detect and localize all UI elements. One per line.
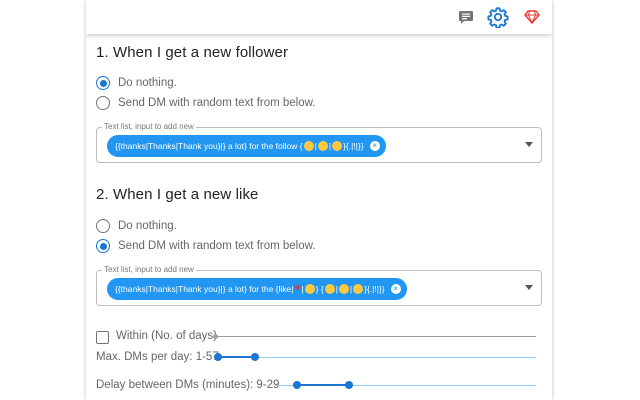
text-chip[interactable]: {{thanks|Thanks|Thank you}|} a lot} for … bbox=[107, 278, 407, 300]
chip-sep2: } { bbox=[315, 284, 324, 294]
section1-option-do-nothing[interactable]: Do nothing. bbox=[96, 74, 177, 92]
hug-emoji-icon bbox=[332, 141, 343, 151]
max-dms-label: Max. DMs per day: 1-57 bbox=[96, 351, 219, 363]
max-dms-slider-track[interactable] bbox=[218, 357, 536, 358]
section2-text-list-field[interactable]: Text list, input to add new {{thanks|Tha… bbox=[96, 265, 542, 306]
radio-selected[interactable] bbox=[96, 239, 110, 253]
heart-emoji-icon: ♥ bbox=[294, 283, 301, 294]
chip-close-icon[interactable]: × bbox=[369, 141, 380, 151]
section2-option-send-dm[interactable]: Send DM with random text from below. bbox=[96, 237, 316, 255]
hug-emoji-icon bbox=[304, 284, 315, 294]
extension-popup: 1. When I get a new follower Do nothing.… bbox=[86, 0, 552, 400]
grin-emoji-icon bbox=[324, 284, 335, 294]
field-label: Text list, input to add new bbox=[102, 265, 196, 274]
field-label: Text list, input to add new bbox=[102, 122, 196, 131]
section2-option-do-nothing[interactable]: Do nothing. bbox=[96, 217, 177, 235]
text-chip[interactable]: {{thanks|Thanks|Thank you}|} a lot} for … bbox=[107, 135, 386, 157]
delay-label: Delay between DMs (minutes): 9-29 bbox=[96, 379, 280, 391]
radio-label: Send DM with random text from below. bbox=[118, 240, 316, 252]
section1-option-send-dm[interactable]: Send DM with random text from below. bbox=[96, 94, 316, 112]
dropdown-arrow-icon[interactable] bbox=[525, 142, 533, 147]
radio-label: Do nothing. bbox=[118, 220, 177, 232]
chip-text: {{thanks|Thanks|Thank you}|} a lot} for … bbox=[115, 141, 303, 151]
grin-emoji-icon bbox=[303, 141, 314, 151]
dropdown-arrow-icon[interactable] bbox=[525, 285, 533, 290]
radio-unselected[interactable] bbox=[96, 96, 110, 110]
gem-icon[interactable] bbox=[520, 6, 544, 28]
chip-text: {{thanks|Thanks|Thank you}|} a lot} for … bbox=[115, 284, 294, 294]
chip-text-end: }{.|!|}} bbox=[364, 284, 385, 294]
radio-label: Send DM with random text from below. bbox=[118, 97, 316, 109]
feedback-icon[interactable] bbox=[454, 6, 478, 28]
within-slider-thumb[interactable] bbox=[213, 334, 218, 339]
within-slider-track[interactable] bbox=[214, 336, 536, 337]
radio-unselected[interactable] bbox=[96, 219, 110, 233]
within-checkbox[interactable] bbox=[96, 331, 109, 344]
gear-icon[interactable] bbox=[486, 6, 510, 28]
section2-title: 2. When I get a new like bbox=[96, 186, 259, 203]
within-label: Within (No. of days) bbox=[116, 330, 217, 342]
smile-emoji-icon bbox=[338, 284, 349, 294]
max-dms-slider-thumb-min[interactable] bbox=[214, 353, 222, 361]
toolbar bbox=[86, 0, 552, 34]
chip-close-icon[interactable]: × bbox=[390, 284, 401, 294]
chip-text-end: }{.|!|}} bbox=[343, 141, 364, 151]
radio-label: Do nothing. bbox=[118, 77, 177, 89]
section1-title: 1. When I get a new follower bbox=[96, 44, 289, 61]
chip-sep: | bbox=[301, 284, 304, 294]
max-dms-slider-range bbox=[218, 356, 255, 358]
smile-emoji-icon bbox=[317, 141, 328, 151]
max-dms-slider-thumb-max[interactable] bbox=[251, 353, 259, 361]
radio-selected[interactable] bbox=[96, 76, 110, 90]
section1-text-list-field[interactable]: Text list, input to add new {{thanks|Tha… bbox=[96, 122, 542, 163]
delay-slider-thumb-min[interactable] bbox=[293, 381, 301, 389]
delay-slider-range bbox=[297, 384, 349, 386]
hug-emoji-icon bbox=[353, 284, 364, 294]
delay-slider-thumb-max[interactable] bbox=[345, 381, 353, 389]
